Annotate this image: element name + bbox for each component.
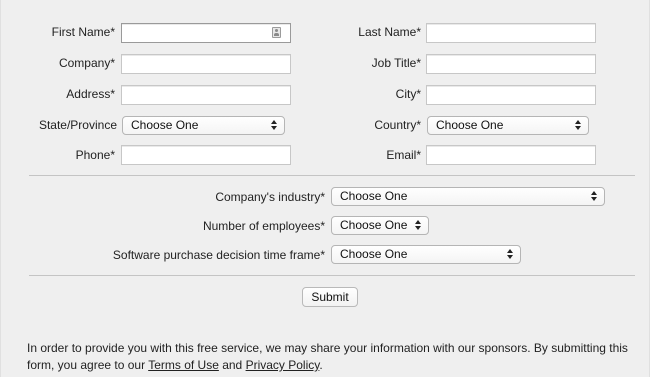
company-industry-select[interactable]: Choose One [331,187,605,206]
company-label: Company* [58,56,115,70]
state-province-selected: Choose One [131,118,199,132]
disclaimer-text: In order to provide you with this free s… [27,341,628,372]
company-field[interactable] [121,54,291,74]
up-down-chevron-icon [575,118,582,133]
company-industry-label: Company's industry* [215,190,325,204]
up-down-chevron-icon [507,247,514,262]
city-label: City* [395,87,421,101]
state-province-label: State/Province [38,118,117,132]
number-of-employees-select[interactable]: Choose One [331,216,429,235]
address-label: Address* [66,87,115,101]
contact-card-icon[interactable] [272,27,281,38]
number-of-employees-selected: Choose One [340,218,408,232]
first-name-label: First Name* [51,25,115,39]
country-select[interactable]: Choose One [427,116,589,135]
address-field[interactable] [121,85,291,105]
privacy-policy-link[interactable]: Privacy Policy [246,358,320,372]
last-name-label: Last Name* [358,25,421,39]
city-field[interactable] [426,85,596,105]
decision-time-frame-select[interactable]: Choose One [331,245,521,264]
decision-time-frame-selected: Choose One [340,247,408,261]
first-name-field[interactable] [121,23,291,43]
company-industry-selected: Choose One [340,189,408,203]
terms-of-use-link[interactable]: Terms of Use [148,358,219,372]
up-down-chevron-icon [591,189,598,204]
job-title-field[interactable] [426,54,596,74]
decision-time-frame-label: Software purchase decision time frame* [112,248,325,262]
email-field[interactable] [426,145,596,165]
up-down-chevron-icon [415,218,422,233]
number-of-employees-label: Number of employees* [202,219,325,233]
phone-field[interactable] [121,145,291,165]
section-divider [29,275,635,276]
country-label: Country* [374,118,421,132]
up-down-chevron-icon [271,118,278,133]
section-divider [29,175,635,176]
state-province-select[interactable]: Choose One [122,116,285,135]
phone-label: Phone* [75,148,115,162]
privacy-disclaimer: In order to provide you with this free s… [27,340,637,374]
last-name-field[interactable] [426,23,596,43]
email-label: Email* [386,148,421,162]
submit-button[interactable]: Submit [302,287,358,307]
country-selected: Choose One [436,118,504,132]
disclaimer-period: . [319,358,323,372]
disclaimer-and: and [218,358,246,372]
registration-form: First Name* Last Name* Company* Job Titl… [0,0,650,377]
job-title-label: Job Title* [371,56,421,70]
